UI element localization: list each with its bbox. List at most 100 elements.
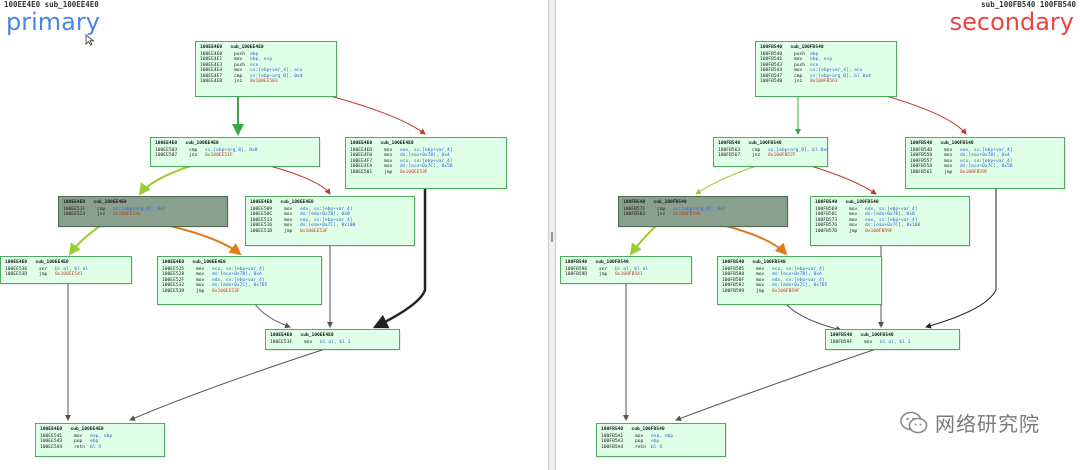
instruction-row[interactable]: 100FB599 jmp 0x100FB59F bbox=[722, 289, 877, 295]
instruction-operands: bl al, bl 1 bbox=[880, 339, 911, 345]
instruction-address: 100EE539 bbox=[162, 288, 185, 294]
instruction-operands: bl 4 bbox=[651, 444, 663, 450]
instruction-operands: 0x100FB59F bbox=[772, 288, 800, 294]
primary-graph-pane[interactable]: 100EE4E0 sub_100EE4E0 primary 100EE4E0 s… bbox=[0, 0, 548, 470]
instruction-address: 100EE53D bbox=[5, 272, 28, 277]
instruction-address: 100FB59D bbox=[565, 272, 588, 277]
instruction-address: 100EE53F bbox=[270, 339, 293, 345]
basic-block-b7[interactable]: 100FB540 sub_100FB540 100FB59F mov bl al, b… bbox=[825, 329, 960, 350]
basic-block-b2[interactable]: 100EE4E0 sub_100EE4E0 100EE4ED mov eax, ss:… bbox=[345, 137, 507, 189]
basic-block-b7[interactable]: 100EE4E0 sub_100EE4E0 100EE53F mov bl al, b… bbox=[265, 329, 400, 350]
basic-block-b8[interactable]: 100FB540 sub_100FB540 100FB5A1 mov esp, ebp… bbox=[596, 423, 726, 457]
block-header: 100EE4E0 sub_100EE4E0 bbox=[162, 260, 226, 265]
instruction-mnemonic: jmp bbox=[756, 288, 765, 294]
instruction-row[interactable]: 100EE51D jmp 0x100EE53F bbox=[250, 229, 410, 235]
edge-b6-b7 bbox=[785, 303, 842, 332]
instruction-row[interactable]: 100EE53D jmp 0x100EE541 bbox=[5, 272, 127, 278]
watermark-text: 网络研究院 bbox=[935, 412, 1040, 436]
block-header: 100FB540 sub_100FB540 bbox=[815, 200, 879, 205]
instruction-row[interactable]: 100FB567 jnz 0x100FB57F bbox=[718, 153, 823, 159]
instruction-row[interactable]: 100FB54B jnz 0x100FB563 bbox=[760, 79, 892, 85]
instruction-row[interactable]: 100EE501 jmp 0x100EE53F bbox=[350, 170, 502, 176]
block-header: 100FB540 sub_100FB540 bbox=[760, 45, 824, 50]
instruction-mnemonic: jnz bbox=[234, 79, 243, 84]
instruction-row[interactable]: 100EE4EB jnz 0x100EE503 bbox=[200, 79, 332, 85]
instruction-row[interactable]: 100FB57D jmp 0x100FB59F bbox=[815, 229, 965, 235]
basic-block-b0[interactable]: 100FB540 sub_100FB540 100FB540 push ebp 100F… bbox=[755, 41, 897, 97]
block-header: 100EE4E0 sub_100EE4E0 bbox=[250, 200, 314, 205]
block-header: 100EE4E0 sub_100EE4E0 bbox=[155, 141, 219, 146]
watermark: 网络研究院 bbox=[899, 408, 1040, 437]
instruction-mnemonic: jmp bbox=[39, 272, 48, 277]
basic-block-b5[interactable]: 100EE4E0 sub_100EE4E0 100EE536 xor bl al, b… bbox=[0, 256, 132, 284]
block-header: 100FB540 sub_100FB540 bbox=[623, 200, 687, 205]
instruction-row[interactable]: 100FB583 jnz 0x100FB596 bbox=[623, 212, 783, 218]
edge-b0-b2 bbox=[885, 95, 967, 135]
instruction-operands: 0x100EE541 bbox=[55, 272, 83, 277]
instruction-operands: 0x100EE503 bbox=[250, 79, 278, 84]
block-header: 100EE4E0 sub_100EE4E0 bbox=[63, 200, 127, 205]
instruction-operands: 0x100EE53F bbox=[212, 288, 240, 294]
instruction-mnemonic: retn bbox=[74, 444, 86, 450]
instruction-mnemonic: jnz bbox=[97, 212, 106, 217]
edge-b3-b6 bbox=[725, 225, 788, 256]
instruction-operands: 0x100FB563 bbox=[810, 79, 838, 84]
instruction-operands: bl al, bl 1 bbox=[320, 339, 351, 345]
basic-block-b5[interactable]: 100FB540 sub_100FB540 100FB596 xor bl al, b… bbox=[560, 256, 692, 284]
block-header: 100EE4E0 sub_100EE4E0 bbox=[40, 427, 104, 432]
instruction-operands: 0x100FB59F bbox=[865, 228, 893, 234]
basic-block-b3[interactable]: 100EE4E0 sub_100EE4E0 100EE51F cmp ss:[ebp+… bbox=[58, 196, 228, 227]
instruction-mnemonic: jnz bbox=[657, 212, 666, 217]
instruction-mnemonic: jnz bbox=[794, 79, 803, 84]
instruction-row[interactable]: 100EE544 retn bl 4 bbox=[40, 445, 160, 451]
block-header: 100EE4E0 sub_100EE4E0 bbox=[350, 141, 414, 146]
instruction-operands: 0x100EE51F bbox=[205, 153, 233, 158]
edge-b7-b8 bbox=[129, 348, 326, 421]
splitter-handle[interactable] bbox=[548, 0, 556, 470]
edge-b1-b4 bbox=[269, 165, 331, 195]
instruction-mnemonic: jmp bbox=[384, 169, 393, 175]
basic-block-b6[interactable]: 100EE4E0 sub_100EE4E0 100EE525 mov ecx, ss:… bbox=[157, 256, 322, 305]
basic-block-b6[interactable]: 100FB540 sub_100FB540 100FB585 mov ecx, ss:… bbox=[717, 256, 882, 305]
instruction-row[interactable]: 100EE523 jnz 0x100EE536 bbox=[63, 212, 223, 218]
basic-block-b3[interactable]: 100FB540 sub_100FB540 100FB57F cmp ss:[ebp+… bbox=[618, 196, 788, 227]
instruction-mnemonic: jnz bbox=[752, 153, 761, 158]
basic-block-b2[interactable]: 100FB540 sub_100FB540 100FB54D mov eax, ss:… bbox=[905, 137, 1065, 189]
edge-b3-b5 bbox=[68, 225, 101, 256]
instruction-address: 100EE51D bbox=[250, 228, 273, 234]
edge-b0-b2 bbox=[329, 95, 426, 135]
secondary-graph-pane[interactable]: sub_100FB540 100FB540 secondary 100FB540… bbox=[556, 0, 1080, 470]
edge-b6-b7 bbox=[254, 303, 291, 329]
instruction-mnemonic: mov bbox=[304, 339, 313, 345]
instruction-row[interactable]: 100FB59F mov bl al, bl 1 bbox=[830, 340, 955, 346]
instruction-row[interactable]: 100FB5A4 retn bl 4 bbox=[601, 445, 721, 451]
basic-block-b1[interactable]: 100FB540 sub_100FB540 100FB563 cmp ss:[ebp+… bbox=[713, 137, 828, 167]
basic-block-b1[interactable]: 100EE4E0 sub_100EE4E0 100EE503 cmp ss:[ebp+… bbox=[150, 137, 320, 167]
instruction-operands: 0x100EE536 bbox=[113, 212, 141, 217]
instruction-operands: 0x100FB5A1 bbox=[615, 272, 643, 277]
instruction-mnemonic: jmp bbox=[599, 272, 608, 277]
wechat-logo-icon bbox=[900, 411, 928, 433]
basic-block-b0[interactable]: 100EE4E0 sub_100EE4E0 100EE4E0 push ebp 100E… bbox=[195, 41, 337, 97]
basic-block-b4[interactable]: 100FB540 sub_100FB540 100FB569 mov edx, ss:… bbox=[810, 196, 970, 246]
basic-block-b4[interactable]: 100EE4E0 sub_100EE4E0 100EE509 mov edx, ss:… bbox=[245, 196, 415, 246]
instruction-operands: bl 4 bbox=[90, 444, 102, 450]
instruction-mnemonic: jmp bbox=[196, 288, 205, 294]
instruction-address: 100FB583 bbox=[623, 212, 646, 217]
instruction-row[interactable]: 100FB561 jmp 0x100FB59F bbox=[910, 170, 1060, 176]
block-header: 100FB540 sub_100FB540 bbox=[910, 141, 974, 146]
block-header: 100FB540 sub_100FB540 bbox=[601, 427, 665, 432]
instruction-operands: 0x100EE53F bbox=[400, 169, 428, 175]
instruction-address: 100EE544 bbox=[40, 444, 63, 450]
instruction-address: 100EE523 bbox=[63, 212, 86, 217]
instruction-operands: 0x100EE53F bbox=[300, 228, 328, 234]
edge-b3-b6 bbox=[169, 225, 242, 256]
instruction-row[interactable]: 100FB59D jmp 0x100FB5A1 bbox=[565, 272, 687, 278]
instruction-row[interactable]: 100EE539 jmp 0x100EE53F bbox=[162, 289, 317, 295]
instruction-row[interactable]: 100EE507 jnz 0x100EE51F bbox=[155, 153, 315, 159]
basic-block-b8[interactable]: 100EE4E0 sub_100EE4E0 100EE541 mov esp, ebp… bbox=[35, 423, 165, 457]
instruction-row[interactable]: 100EE53F mov bl al, bl 1 bbox=[270, 340, 395, 346]
edge-b7-b8 bbox=[675, 348, 877, 422]
instruction-address: 100FB567 bbox=[718, 153, 741, 158]
instruction-operands: 0x100FB59F bbox=[960, 169, 988, 175]
